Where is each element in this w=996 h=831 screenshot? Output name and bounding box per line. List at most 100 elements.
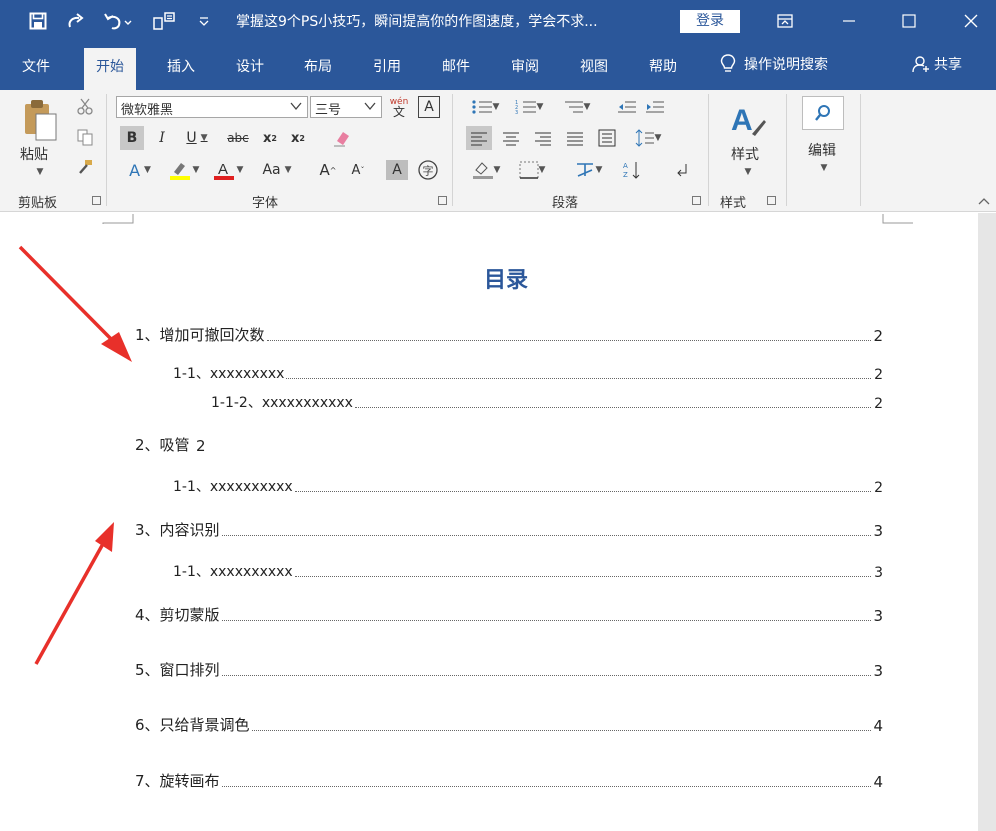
character-border-icon[interactable]: A — [418, 96, 440, 118]
tab-layout[interactable]: 布局 — [304, 56, 332, 76]
toc-entry[interactable]: 1、增加可撤回次数 2 — [135, 324, 883, 345]
shrink-font-icon[interactable]: Aˇ — [346, 158, 370, 182]
align-left-icon[interactable] — [466, 126, 492, 150]
bullets-icon[interactable]: ▼ — [466, 96, 504, 118]
toc-page-number: 2 — [196, 437, 206, 455]
font-size-value: 三号 — [315, 103, 342, 118]
tab-design[interactable]: 设计 — [236, 56, 264, 76]
italic-icon[interactable]: I — [150, 126, 174, 150]
phonetic-guide-button[interactable]: wén 文 — [386, 94, 412, 120]
tell-me-search[interactable]: 操作说明搜索 — [720, 54, 828, 74]
tab-view[interactable]: 视图 — [580, 56, 608, 76]
change-case-button[interactable]: Aa ▼ — [254, 158, 300, 182]
tab-insert[interactable]: 插入 — [167, 56, 195, 76]
editing-button-label[interactable]: 编辑 — [808, 140, 836, 160]
minimize-icon[interactable] — [826, 0, 872, 42]
enclose-characters-icon[interactable]: 字 — [416, 158, 440, 182]
font-color-icon[interactable]: A ▼ — [208, 158, 248, 182]
styles-launcher-icon[interactable] — [767, 196, 776, 205]
styles-dropdown-icon[interactable]: ▼ — [740, 166, 756, 178]
toc-entry[interactable]: 1-1-2、xxxxxxxxxxx 2 — [211, 392, 883, 412]
undo-icon[interactable] — [102, 9, 134, 33]
svg-text:A: A — [218, 161, 228, 178]
toc-entry[interactable]: 7、旋转画布 4 — [135, 770, 883, 791]
toc-entry[interactable]: 1-1、xxxxxxxxxx 2 — [173, 476, 883, 496]
phonetic-char-icon: 文 — [392, 105, 405, 119]
collapse-ribbon-icon[interactable] — [976, 194, 992, 208]
maximize-icon[interactable] — [886, 0, 932, 42]
increase-indent-icon[interactable] — [644, 96, 666, 118]
character-shading-icon[interactable]: A — [386, 160, 408, 180]
cut-icon[interactable] — [74, 96, 96, 118]
subscript-icon[interactable]: x2 — [258, 126, 282, 150]
clear-formatting-icon[interactable] — [328, 126, 354, 150]
toc-entry-text: 1-1-2、xxxxxxxxxxx — [211, 395, 353, 411]
paste-icon[interactable] — [20, 96, 60, 144]
font-name-combo[interactable]: 微软雅黑 — [116, 96, 308, 118]
paste-dropdown-icon[interactable]: ▼ — [32, 166, 48, 178]
format-painter-icon[interactable] — [74, 156, 96, 178]
styles-button-label[interactable]: 样式 — [731, 144, 759, 164]
paragraph-launcher-icon[interactable] — [692, 196, 701, 205]
show-marks-icon[interactable] — [670, 158, 694, 182]
chevron-down-icon[interactable] — [363, 99, 377, 117]
paragraph-shading-icon[interactable]: ▼ — [466, 158, 506, 182]
tab-help[interactable]: 帮助 — [649, 56, 677, 76]
toc-entry[interactable]: 4、剪切蒙版 3 — [135, 604, 883, 625]
font-size-combo[interactable]: 三号 — [310, 96, 382, 118]
toc-page-number: 2 — [874, 367, 883, 383]
format-icon[interactable] — [150, 9, 178, 33]
justify-icon[interactable] — [562, 126, 588, 150]
clipboard-launcher-icon[interactable] — [92, 196, 101, 205]
copy-icon[interactable] — [74, 126, 96, 148]
toc-entry[interactable]: 5、窗口排列 3 — [135, 659, 883, 680]
tab-references[interactable]: 引用 — [373, 56, 401, 76]
toc-entry[interactable]: 1-1、xxxxxxxxx 2 — [173, 363, 883, 383]
toc-entry-text: 7、旋转画布 — [135, 772, 220, 790]
group-divider — [106, 94, 107, 206]
multilevel-list-icon[interactable]: ▼ — [556, 96, 596, 118]
bold-icon[interactable]: B — [120, 126, 144, 150]
close-icon[interactable] — [948, 0, 994, 42]
text-effects-icon[interactable]: A ▼ — [120, 158, 160, 182]
distributed-icon[interactable] — [594, 126, 620, 150]
customize-qat-icon[interactable] — [196, 9, 212, 33]
align-center-icon[interactable] — [498, 126, 524, 150]
font-launcher-icon[interactable] — [438, 196, 447, 205]
numbering-icon[interactable]: 1 2 3 ▼ — [510, 96, 548, 118]
sort-icon[interactable]: AZ — [620, 158, 644, 182]
redo-icon[interactable] — [64, 9, 88, 33]
chevron-down-icon[interactable] — [289, 99, 303, 117]
save-icon[interactable] — [26, 9, 50, 33]
tab-file[interactable]: 文件 — [22, 56, 50, 76]
paste-label[interactable]: 粘贴 — [20, 144, 48, 164]
toc-entry[interactable]: 1-1、xxxxxxxxxx 3 — [173, 561, 883, 581]
toc-entry[interactable]: 6、只给背景调色 4 — [135, 714, 883, 735]
toc-entry-text: 5、窗口排列 — [135, 661, 220, 679]
ribbon-display-icon[interactable] — [762, 0, 808, 42]
vertical-scrollbar[interactable] — [978, 213, 996, 831]
strikethrough-icon[interactable]: abc — [222, 126, 254, 150]
styles-icon[interactable]: A — [726, 96, 770, 144]
toc-page-number: 2 — [874, 480, 883, 496]
tab-mailings[interactable]: 邮件 — [442, 56, 470, 76]
decrease-indent-icon[interactable] — [616, 96, 638, 118]
superscript-icon[interactable]: x2 — [286, 126, 310, 150]
find-icon[interactable] — [802, 96, 844, 130]
toc-entry[interactable]: 2、吸管 2 — [135, 434, 206, 455]
line-spacing-icon[interactable]: ▼ — [628, 126, 668, 150]
highlight-icon[interactable]: ▼ — [164, 158, 204, 182]
chinese-layout-icon[interactable]: ▼ — [566, 158, 610, 182]
grow-font-icon[interactable]: A ^ — [316, 158, 340, 182]
borders-icon[interactable]: ▼ — [512, 158, 552, 182]
underline-icon[interactable]: U ▼ — [180, 126, 214, 150]
toc-entry[interactable]: 3、内容识别 3 — [135, 519, 883, 540]
toc-entry-text: 3、内容识别 — [135, 521, 220, 539]
svg-text:A: A — [623, 162, 628, 170]
login-button[interactable]: 登录 — [680, 10, 740, 33]
tab-home[interactable]: 开始 — [84, 48, 136, 90]
align-right-icon[interactable] — [530, 126, 556, 150]
tab-review[interactable]: 审阅 — [511, 56, 539, 76]
share-button[interactable]: 共享 — [912, 54, 962, 74]
editing-dropdown-icon[interactable]: ▼ — [816, 162, 832, 174]
